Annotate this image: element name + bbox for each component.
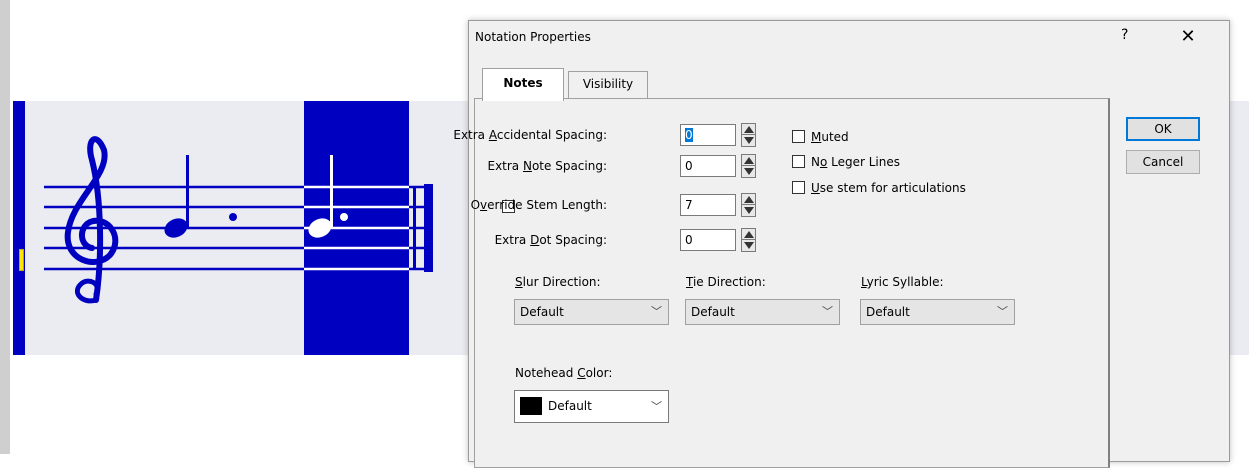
- ok-button[interactable]: OK: [1126, 117, 1200, 141]
- tie-direction-select[interactable]: Default ﹀: [685, 299, 840, 325]
- muted-checkbox[interactable]: [792, 130, 805, 143]
- color-swatch: [520, 396, 542, 415]
- chevron-down-icon: ﹀: [651, 400, 662, 413]
- chevron-down-icon: ﹀: [651, 305, 662, 318]
- notehead-color-label: Notehead Color:: [515, 366, 613, 380]
- override-stem-length-input[interactable]: 7: [680, 194, 736, 216]
- tab-notes[interactable]: Notes: [482, 68, 564, 101]
- notehead-color-select[interactable]: Default ﹀: [514, 390, 669, 423]
- muted-label: Muted: [811, 130, 849, 144]
- lyric-syllable-select[interactable]: Default ﹀: [860, 299, 1015, 325]
- override-stem-length-label: Override Stem Length:: [470, 198, 607, 212]
- extra-accidental-spacing-spinner[interactable]: [741, 123, 756, 147]
- extra-dot-spacing-label: Extra Dot Spacing:: [494, 233, 607, 247]
- slur-direction-select[interactable]: Default ﹀: [514, 299, 669, 325]
- extra-note-spacing-input[interactable]: 0: [680, 155, 736, 177]
- chevron-down-icon: ﹀: [997, 305, 1008, 318]
- no-leger-lines-checkbox[interactable]: [792, 155, 805, 168]
- treble-clef-icon: [64, 136, 119, 304]
- extra-accidental-spacing-label: Extra Accidental Spacing:: [453, 128, 607, 142]
- slur-direction-label: Slur Direction:: [515, 275, 601, 289]
- notation-properties-dialog: Notation Properties ? ✕ Notes Visibility…: [453, 20, 1230, 468]
- use-stem-for-articulations-label: Use stem for articulations: [811, 181, 966, 195]
- help-icon[interactable]: ?: [1121, 27, 1128, 43]
- cancel-button[interactable]: Cancel: [1126, 150, 1200, 174]
- music-staff[interactable]: [0, 0, 470, 454]
- close-icon[interactable]: ✕: [1171, 24, 1205, 50]
- extra-note-spacing-spinner[interactable]: [741, 154, 756, 178]
- extra-dot-spacing-spinner[interactable]: [741, 228, 756, 252]
- extra-accidental-spacing-input[interactable]: 0: [680, 124, 736, 146]
- no-leger-lines-label: No Leger Lines: [811, 155, 901, 169]
- chevron-down-icon: ﹀: [822, 305, 833, 318]
- tie-direction-label: Tie Direction:: [686, 275, 766, 289]
- lyric-syllable-label: Lyric Syllable:: [861, 275, 944, 289]
- notes-tab-panel: Extra Accidental Spacing: 0 Extra Note S…: [453, 98, 1110, 468]
- override-stem-length-spinner[interactable]: [741, 193, 756, 217]
- use-stem-for-articulations-checkbox[interactable]: [792, 181, 805, 194]
- dialog-title: Notation Properties: [475, 30, 591, 44]
- extra-dot-spacing-input[interactable]: 0: [680, 229, 736, 251]
- extra-note-spacing-label: Extra Note Spacing:: [487, 159, 607, 173]
- tab-visibility[interactable]: Visibility: [568, 71, 648, 98]
